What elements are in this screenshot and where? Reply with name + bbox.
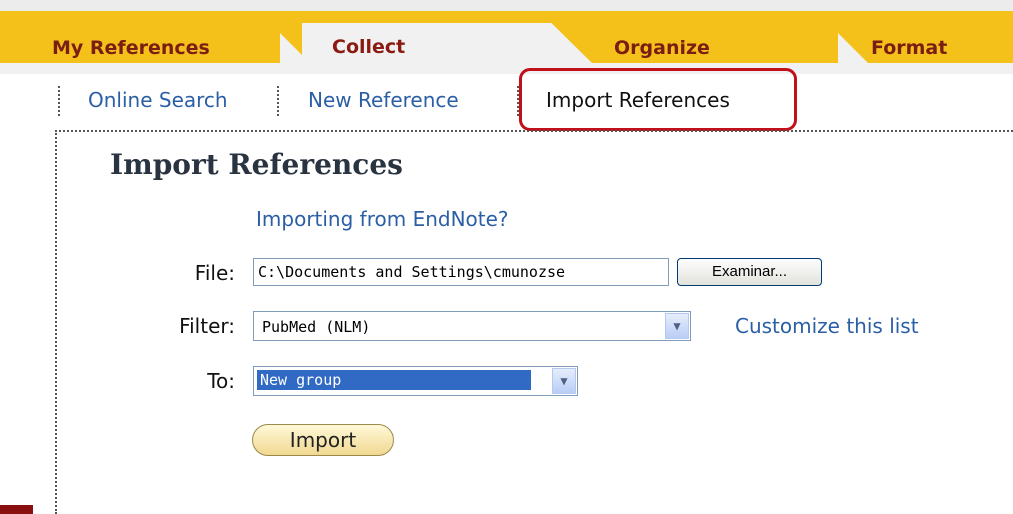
filter-select[interactable]: PubMed (NLM) ▼ — [253, 311, 691, 341]
filter-selected-value: PubMed (NLM) — [262, 318, 371, 336]
highlight-outline — [519, 68, 797, 131]
page-title: Import References — [110, 148, 403, 181]
customize-list-link[interactable]: Customize this list — [735, 314, 919, 338]
subnav-separator — [277, 86, 279, 116]
subnav-online-search[interactable]: Online Search — [88, 88, 228, 112]
file-path-input[interactable]: C:\Documents and Settings\cmunozse — [253, 258, 669, 286]
edge-marker — [0, 505, 33, 514]
top-strip — [0, 0, 1013, 11]
to-selected-value: New group — [257, 370, 531, 390]
to-group-select[interactable]: New group ▼ — [253, 366, 578, 396]
tab-my-references[interactable]: My References — [52, 33, 210, 63]
sub-navigation: Online Search New Reference Import Refer… — [0, 74, 1013, 126]
filter-label: Filter: — [179, 314, 235, 338]
main-tab-bar: My References Collect Organize Format — [0, 11, 1013, 74]
chevron-down-icon[interactable]: ▼ — [552, 368, 576, 394]
chevron-down-icon[interactable]: ▼ — [665, 313, 689, 339]
to-label: To: — [207, 369, 235, 393]
tab-organize[interactable]: Organize — [614, 33, 710, 63]
subnav-separator — [58, 86, 60, 116]
endnote-import-link[interactable]: Importing from EndNote? — [256, 207, 509, 231]
import-button[interactable]: Import — [252, 424, 394, 456]
subnav-new-reference[interactable]: New Reference — [308, 88, 459, 112]
tab-format[interactable]: Format — [871, 33, 947, 63]
browse-button[interactable]: Examinar... — [677, 258, 822, 286]
file-label: File: — [194, 261, 235, 285]
tab-collect[interactable]: Collect — [302, 23, 592, 63]
